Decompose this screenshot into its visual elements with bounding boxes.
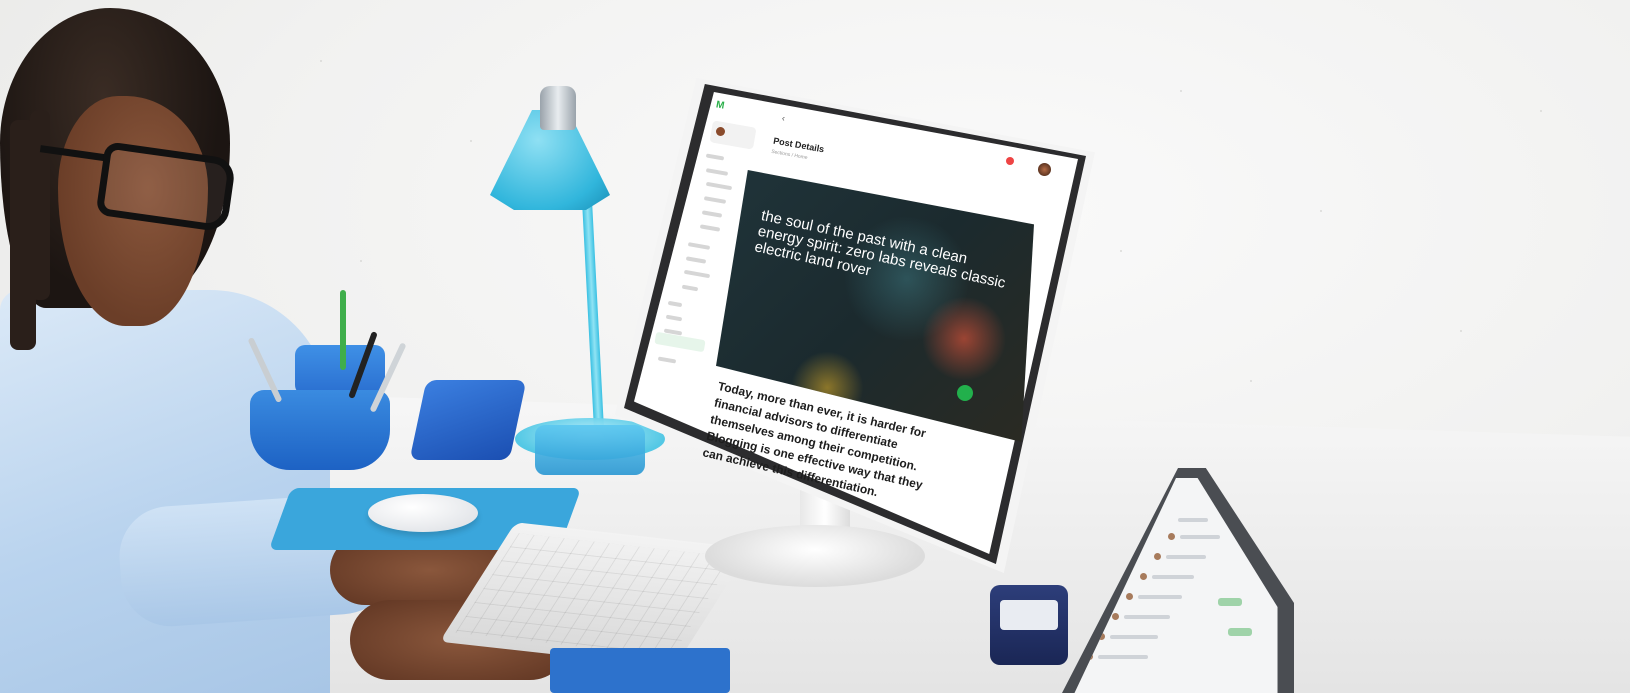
avatar — [716, 127, 725, 136]
braid — [30, 110, 50, 300]
pen — [340, 290, 346, 370]
shirt — [0, 290, 330, 693]
office-scene: M ‹ Post Details Sections / Home the sou… — [0, 0, 1630, 693]
bell-icon[interactable] — [1006, 157, 1014, 165]
monitor-stand-base — [705, 525, 925, 587]
notebook — [550, 648, 730, 693]
lamp-cap — [540, 86, 576, 130]
lamp-arm — [581, 199, 605, 431]
tape-dispenser — [535, 425, 645, 475]
stamp-label — [1000, 600, 1058, 630]
mouse — [368, 494, 478, 532]
stapler — [409, 380, 527, 460]
avatar[interactable] — [1038, 163, 1051, 176]
pen-holder — [250, 390, 390, 470]
logo-fab-icon[interactable] — [957, 385, 973, 401]
